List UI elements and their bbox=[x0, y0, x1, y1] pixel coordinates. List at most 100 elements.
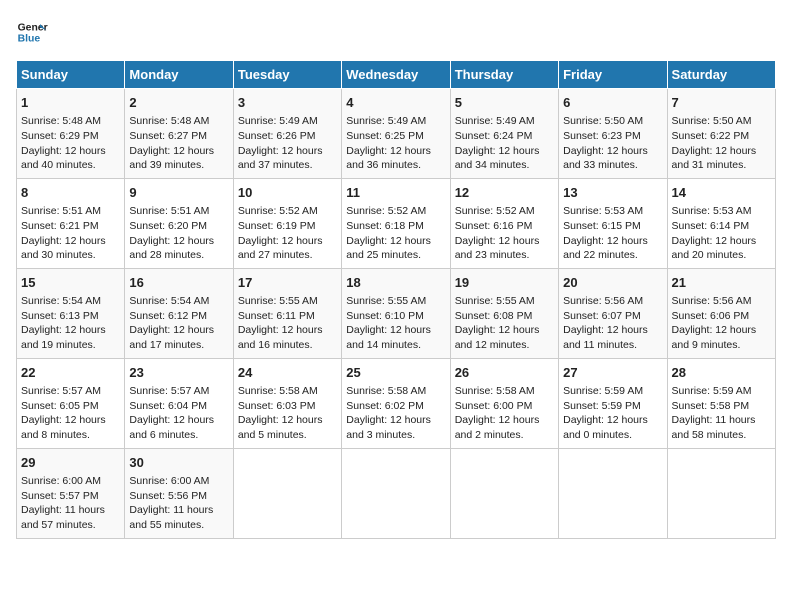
day-info-line: Sunset: 6:00 PM bbox=[455, 399, 554, 414]
day-info-line: Sunrise: 5:56 AM bbox=[563, 294, 662, 309]
day-info-line: and 8 minutes. bbox=[21, 428, 120, 443]
day-info-line: Sunrise: 5:49 AM bbox=[455, 114, 554, 129]
calendar-cell: 22Sunrise: 5:57 AMSunset: 6:05 PMDayligh… bbox=[17, 358, 125, 448]
calendar-cell: 13Sunrise: 5:53 AMSunset: 6:15 PMDayligh… bbox=[559, 178, 667, 268]
day-info-line: Daylight: 12 hours bbox=[21, 323, 120, 338]
calendar-cell: 18Sunrise: 5:55 AMSunset: 6:10 PMDayligh… bbox=[342, 268, 450, 358]
day-info-line: Sunset: 6:12 PM bbox=[129, 309, 228, 324]
day-info-line: Sunset: 6:06 PM bbox=[672, 309, 771, 324]
day-info-line: and 22 minutes. bbox=[563, 248, 662, 263]
day-info-line: Sunset: 6:22 PM bbox=[672, 129, 771, 144]
day-number: 16 bbox=[129, 274, 228, 292]
day-number: 22 bbox=[21, 364, 120, 382]
day-info-line: Sunrise: 5:48 AM bbox=[21, 114, 120, 129]
day-info-line: and 37 minutes. bbox=[238, 158, 337, 173]
day-info-line: Sunrise: 5:51 AM bbox=[21, 204, 120, 219]
day-number: 6 bbox=[563, 94, 662, 112]
weekday-header-friday: Friday bbox=[559, 61, 667, 89]
day-info-line: Sunset: 6:07 PM bbox=[563, 309, 662, 324]
day-number: 12 bbox=[455, 184, 554, 202]
calendar-cell: 26Sunrise: 5:58 AMSunset: 6:00 PMDayligh… bbox=[450, 358, 558, 448]
calendar-week-5: 29Sunrise: 6:00 AMSunset: 5:57 PMDayligh… bbox=[17, 448, 776, 538]
day-info-line: Sunrise: 5:51 AM bbox=[129, 204, 228, 219]
day-info-line: and 16 minutes. bbox=[238, 338, 337, 353]
calendar-cell: 11Sunrise: 5:52 AMSunset: 6:18 PMDayligh… bbox=[342, 178, 450, 268]
day-info-line: Daylight: 12 hours bbox=[21, 144, 120, 159]
day-info-line: Daylight: 12 hours bbox=[563, 234, 662, 249]
day-info-line: Sunset: 6:08 PM bbox=[455, 309, 554, 324]
day-info-line: Daylight: 12 hours bbox=[455, 144, 554, 159]
day-info-line: Daylight: 12 hours bbox=[238, 323, 337, 338]
day-info-line: Sunset: 6:02 PM bbox=[346, 399, 445, 414]
day-info-line: Sunset: 6:19 PM bbox=[238, 219, 337, 234]
calendar-cell bbox=[667, 448, 775, 538]
weekday-header-tuesday: Tuesday bbox=[233, 61, 341, 89]
calendar-cell: 24Sunrise: 5:58 AMSunset: 6:03 PMDayligh… bbox=[233, 358, 341, 448]
day-info-line: and 30 minutes. bbox=[21, 248, 120, 263]
calendar-header: SundayMondayTuesdayWednesdayThursdayFrid… bbox=[17, 61, 776, 89]
day-info-line: Daylight: 12 hours bbox=[672, 234, 771, 249]
day-info-line: Daylight: 11 hours bbox=[129, 503, 228, 518]
day-number: 10 bbox=[238, 184, 337, 202]
day-info-line: Sunset: 5:59 PM bbox=[563, 399, 662, 414]
day-info-line: Daylight: 12 hours bbox=[455, 323, 554, 338]
header: General Blue bbox=[16, 16, 776, 48]
day-info-line: Sunset: 6:29 PM bbox=[21, 129, 120, 144]
day-info-line: and 23 minutes. bbox=[455, 248, 554, 263]
day-info-line: and 39 minutes. bbox=[129, 158, 228, 173]
day-info-line: Sunrise: 5:49 AM bbox=[346, 114, 445, 129]
day-number: 24 bbox=[238, 364, 337, 382]
calendar-week-2: 8Sunrise: 5:51 AMSunset: 6:21 PMDaylight… bbox=[17, 178, 776, 268]
calendar-week-3: 15Sunrise: 5:54 AMSunset: 6:13 PMDayligh… bbox=[17, 268, 776, 358]
calendar-cell: 29Sunrise: 6:00 AMSunset: 5:57 PMDayligh… bbox=[17, 448, 125, 538]
day-info-line: and 2 minutes. bbox=[455, 428, 554, 443]
day-info-line: Daylight: 12 hours bbox=[563, 413, 662, 428]
day-info-line: Daylight: 11 hours bbox=[672, 413, 771, 428]
day-info-line: and 31 minutes. bbox=[672, 158, 771, 173]
day-info-line: Sunset: 5:56 PM bbox=[129, 489, 228, 504]
day-info-line: Sunset: 6:21 PM bbox=[21, 219, 120, 234]
day-info-line: and 20 minutes. bbox=[672, 248, 771, 263]
day-info-line: Sunrise: 5:55 AM bbox=[238, 294, 337, 309]
day-info-line: Daylight: 12 hours bbox=[455, 234, 554, 249]
calendar-cell: 1 Sunrise: 5:48 AMSunset: 6:29 PMDaylight… bbox=[17, 89, 125, 179]
day-number: 29 bbox=[21, 454, 120, 472]
day-number: 28 bbox=[672, 364, 771, 382]
calendar-cell: 8Sunrise: 5:51 AMSunset: 6:21 PMDaylight… bbox=[17, 178, 125, 268]
day-info-line: Sunset: 5:58 PM bbox=[672, 399, 771, 414]
calendar-cell: 7Sunrise: 5:50 AMSunset: 6:22 PMDaylight… bbox=[667, 89, 775, 179]
calendar-cell bbox=[342, 448, 450, 538]
day-info-line: Daylight: 12 hours bbox=[346, 144, 445, 159]
day-number: 27 bbox=[563, 364, 662, 382]
day-info-line: Sunrise: 5:57 AM bbox=[129, 384, 228, 399]
calendar-table: SundayMondayTuesdayWednesdayThursdayFrid… bbox=[16, 60, 776, 539]
day-number: 3 bbox=[238, 94, 337, 112]
day-info-line: and 33 minutes. bbox=[563, 158, 662, 173]
day-info-line: Sunrise: 5:59 AM bbox=[672, 384, 771, 399]
day-info-line: Sunset: 6:25 PM bbox=[346, 129, 445, 144]
day-info-line: Sunrise: 5:55 AM bbox=[346, 294, 445, 309]
calendar-cell: 4Sunrise: 5:49 AMSunset: 6:25 PMDaylight… bbox=[342, 89, 450, 179]
day-info-line: Sunrise: 5:53 AM bbox=[563, 204, 662, 219]
day-number: 17 bbox=[238, 274, 337, 292]
calendar-cell: 12Sunrise: 5:52 AMSunset: 6:16 PMDayligh… bbox=[450, 178, 558, 268]
calendar-cell: 19Sunrise: 5:55 AMSunset: 6:08 PMDayligh… bbox=[450, 268, 558, 358]
day-number: 15 bbox=[21, 274, 120, 292]
day-info-line: and 14 minutes. bbox=[346, 338, 445, 353]
calendar-week-4: 22 Sunrise: 5:57 AM Sunset: 6:05 PM Dayligh… bbox=[17, 358, 776, 448]
day-number: 14 bbox=[672, 184, 771, 202]
day-info-line: Sunrise: 5:53 AM bbox=[672, 204, 771, 219]
day-number: 1 bbox=[21, 94, 120, 112]
weekday-header-saturday: Saturday bbox=[667, 61, 775, 89]
calendar-cell: 21Sunrise: 5:56 AMSunset: 6:06 PMDayligh… bbox=[667, 268, 775, 358]
day-info-line: Daylight: 12 hours bbox=[238, 413, 337, 428]
day-info-line: Sunset: 6:05 PM bbox=[21, 399, 120, 414]
day-info-line: and 40 minutes. bbox=[21, 158, 120, 173]
day-number: 2 bbox=[129, 94, 228, 112]
calendar-cell: 28 Sunrise: 5:59 AMSunset: 5:58 PMDayligh… bbox=[667, 358, 775, 448]
day-info-line: Sunrise: 6:00 AM bbox=[21, 474, 120, 489]
calendar-cell: 16Sunrise: 5:54 AMSunset: 6:12 PMDayligh… bbox=[125, 268, 233, 358]
day-info-line: and 11 minutes. bbox=[563, 338, 662, 353]
day-number: 23 bbox=[129, 364, 228, 382]
day-info-line: and 27 minutes. bbox=[238, 248, 337, 263]
